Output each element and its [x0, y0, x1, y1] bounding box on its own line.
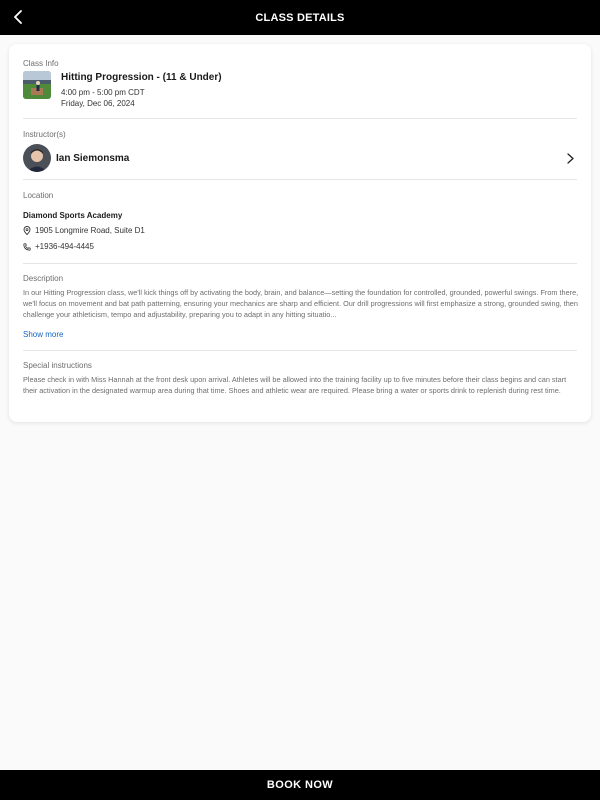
divider: [23, 118, 577, 119]
book-now-label: BOOK NOW: [266, 779, 334, 791]
special-instructions-label: Special instructions: [23, 361, 92, 370]
instructor-avatar: [23, 144, 51, 172]
location-address: 1905 Longmire Road, Suite D1: [35, 226, 145, 235]
class-date: Friday, Dec 06, 2024: [61, 99, 135, 108]
special-instructions-text: Please check in with Miss Hannah at the …: [23, 375, 567, 395]
class-time: 4:00 pm - 5:00 pm CDT: [61, 88, 145, 97]
class-info-label: Class Info: [23, 59, 59, 68]
class-thumbnail: [23, 71, 51, 99]
content-area: Class Info Hitting Progression - (11 & U…: [0, 35, 600, 770]
chevron-left-icon: [14, 10, 22, 24]
divider: [23, 179, 577, 180]
divider: [23, 263, 577, 264]
phone-icon: [23, 242, 32, 251]
instructor-label: Instructor(s): [23, 130, 66, 139]
location-name: Diamond Sports Academy: [23, 211, 123, 220]
description-label: Description: [23, 274, 64, 283]
top-app-bar: CLASS DETAILS: [0, 0, 600, 35]
class-details-card: Class Info Hitting Progression - (11 & U…: [9, 44, 591, 422]
location-phone-row[interactable]: +1936-494-4445: [23, 242, 94, 251]
map-pin-icon: [23, 226, 32, 235]
class-title: Hitting Progression - (11 & Under): [61, 72, 222, 83]
book-now-button[interactable]: BOOK NOW: [0, 770, 600, 800]
back-button[interactable]: [6, 5, 30, 29]
instructor-name: Ian Siemonsma: [56, 152, 130, 164]
description-text: In our Hitting Progression class, we'll …: [23, 288, 579, 319]
show-more-link[interactable]: Show more: [23, 330, 63, 339]
location-phone: +1936-494-4445: [35, 242, 94, 251]
location-label: Location: [23, 191, 54, 200]
location-address-row: 1905 Longmire Road, Suite D1: [23, 226, 145, 235]
page-title: CLASS DETAILS: [255, 11, 345, 24]
chevron-right-icon: [567, 151, 577, 165]
divider: [23, 350, 577, 351]
instructor-row[interactable]: Ian Siemonsma: [23, 142, 577, 174]
